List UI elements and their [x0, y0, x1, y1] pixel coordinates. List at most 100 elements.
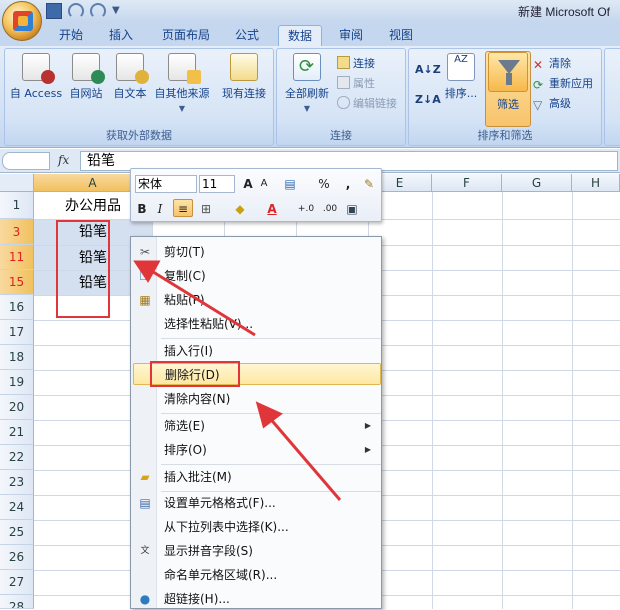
shrink-font-button[interactable]: A [257, 175, 271, 193]
comma-style-button[interactable]: , [341, 175, 355, 193]
from-access-button[interactable]: 自 Access [9, 53, 63, 101]
row-header[interactable]: 3 [0, 219, 34, 245]
font-color-button[interactable]: A [265, 200, 279, 218]
column-header-g[interactable]: G [502, 174, 572, 192]
clear-filter-button[interactable]: ✕ 清除 [533, 55, 571, 73]
paste-icon: ▦ [139, 293, 151, 307]
refresh-all-button[interactable]: 全部刷新 ▼ [281, 53, 333, 114]
row-header[interactable]: 18 [0, 345, 34, 370]
name-box[interactable] [2, 152, 50, 170]
italic-button[interactable]: I [153, 200, 167, 218]
menu-item-filter[interactable]: 筛选(E) ▶ [133, 415, 381, 437]
font-name-select[interactable]: 宋体 [135, 175, 197, 193]
row-header[interactable]: 24 [0, 495, 34, 520]
submenu-arrow-icon: ▶ [364, 421, 371, 430]
row-header[interactable]: 15 [0, 270, 34, 295]
fill-color-icon[interactable]: ◆ [231, 200, 249, 218]
merge-center-icon[interactable]: ▣ [343, 200, 361, 218]
existing-connections-button[interactable]: 现有连接 [217, 53, 271, 101]
sort-button[interactable]: AZ 排序... [441, 53, 481, 101]
percent-style-button[interactable]: % [317, 175, 331, 193]
select-all-corner[interactable] [0, 174, 34, 192]
phonetic-icon: 文 [140, 546, 150, 556]
group-data-tools-partial [604, 48, 620, 146]
row-header[interactable]: 28 [0, 595, 34, 609]
menu-item-sort[interactable]: 排序(O) ▶ [133, 439, 381, 461]
menu-separator [161, 413, 381, 414]
decrease-decimal-button[interactable]: .00 [319, 200, 341, 218]
row-header[interactable]: 16 [0, 295, 34, 320]
row-header[interactable]: 26 [0, 545, 34, 570]
filter-button[interactable]: 筛选 [485, 51, 531, 127]
format-painter-icon[interactable]: ✎ [361, 175, 377, 193]
row-header[interactable]: 19 [0, 370, 34, 395]
center-align-icon[interactable]: ≡ [173, 199, 193, 217]
group-label-connections: 连接 [330, 129, 352, 142]
office-button[interactable] [2, 1, 42, 41]
database-icon [168, 53, 201, 84]
group-connections: 全部刷新 ▼ 连接 属性 编辑链接 连接 [276, 48, 406, 146]
reapply-button[interactable]: ⟳ 重新应用 [533, 75, 593, 93]
menu-item-pick-from-list[interactable]: 从下拉列表中选择(K)... [133, 516, 381, 538]
from-web-button[interactable]: 自网站 [65, 53, 107, 101]
sort-ascending-icon[interactable]: A↓Z [415, 63, 441, 76]
bold-button[interactable]: B [135, 200, 149, 218]
menu-item-format-cells[interactable]: ▤ 设置单元格格式(F)... [133, 492, 381, 514]
menu-item-cut[interactable]: ✂ 剪切(T) [133, 241, 381, 263]
row-header[interactable]: 23 [0, 470, 34, 495]
tab-formulas[interactable]: 公式 [228, 25, 266, 46]
window-title: 新建 Microsoft Of [518, 5, 611, 19]
row-header[interactable]: 1 [0, 192, 34, 219]
column-header-f[interactable]: F [432, 174, 502, 192]
increase-decimal-button[interactable]: +.0 [295, 200, 317, 218]
row-header[interactable]: 20 [0, 395, 34, 420]
properties-icon [337, 76, 350, 89]
from-other-sources-button[interactable]: 自其他来源 ▼ [151, 53, 213, 114]
row-header[interactable]: 25 [0, 520, 34, 545]
menu-item-insert-row[interactable]: 插入行(I) [133, 340, 381, 362]
refresh-icon [293, 53, 321, 81]
tab-data[interactable]: 数据 [278, 25, 322, 46]
connections-button[interactable]: 连接 [337, 55, 375, 73]
gridline [502, 192, 503, 609]
row-header[interactable]: 11 [0, 245, 34, 270]
advanced-filter-button[interactable]: ▽ 高级 [533, 95, 571, 113]
redo-icon[interactable] [90, 3, 106, 19]
menu-item-clear-contents[interactable]: 清除内容(N) [133, 388, 381, 410]
mini-format-toolbar: 宋体 11 A A ▤ % , ✎ B I ≡ ⊞ ◆ A +.0 .00 ▣ [130, 168, 382, 222]
annotation-highlight-box [56, 220, 110, 318]
row-header[interactable]: 22 [0, 445, 34, 470]
tab-insert[interactable]: 插入 [102, 25, 140, 46]
menu-item-insert-comment[interactable]: ▰ 插入批注(M) [133, 466, 381, 488]
tab-view[interactable]: 视图 [382, 25, 420, 46]
menu-item-name-range[interactable]: 命名单元格区域(R)... [133, 564, 381, 586]
tab-page-layout[interactable]: 页面布局 [154, 25, 218, 46]
customize-qat-icon[interactable]: ▼ [112, 3, 122, 19]
row-header[interactable]: 21 [0, 420, 34, 445]
menu-item-paste[interactable]: ▦ 粘贴(P) [133, 289, 381, 311]
borders-icon[interactable]: ⊞ [197, 200, 215, 218]
menu-item-paste-special[interactable]: 选择性粘贴(V)... [133, 313, 381, 335]
menu-item-show-phonetic[interactable]: 文显示拼音字段(S) [133, 540, 381, 562]
grow-font-button[interactable]: A [241, 175, 255, 193]
undo-icon[interactable] [68, 3, 84, 19]
font-size-select[interactable]: 11 [199, 175, 235, 193]
save-icon[interactable] [46, 3, 62, 19]
menu-item-hyperlink[interactable]: ● 超链接(H)... [133, 588, 381, 610]
submenu-arrow-icon: ▶ [364, 445, 371, 454]
tab-home[interactable]: 开始 [52, 25, 90, 46]
insert-function-icon[interactable]: fx [58, 153, 69, 167]
sort-descending-icon[interactable]: Z↓A [415, 93, 441, 106]
gridline [432, 192, 433, 609]
edit-links-button[interactable]: 编辑链接 [337, 95, 397, 113]
access-icon [22, 53, 55, 84]
column-header-h[interactable]: H [572, 174, 620, 192]
menu-item-copy[interactable]: ❐ 复制(C) [133, 265, 381, 287]
tab-review[interactable]: 审阅 [332, 25, 370, 46]
properties-button[interactable]: 属性 [337, 75, 375, 93]
group-label-external: 获取外部数据 [106, 129, 172, 142]
row-header[interactable]: 17 [0, 320, 34, 345]
accounting-format-icon[interactable]: ▤ [281, 175, 299, 193]
row-header[interactable]: 27 [0, 570, 34, 595]
from-text-button[interactable]: 自文本 [109, 53, 151, 101]
